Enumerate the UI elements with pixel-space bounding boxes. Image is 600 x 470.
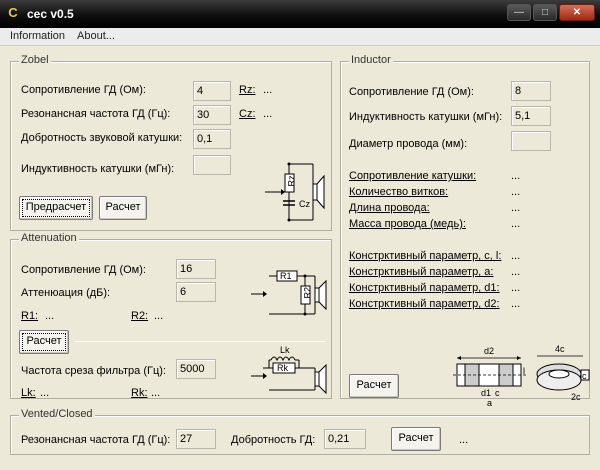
zobel-title: Zobel (19, 54, 51, 66)
zobel-quality-label: Добротность звуковой катушки: (21, 132, 183, 144)
inductor-title: Inductor (349, 54, 393, 66)
coil-l-label: l (523, 366, 525, 376)
param-a-label: Констрктивный параметр, a: (349, 266, 494, 278)
attenuation-title: Attenuation (19, 232, 79, 244)
zobel-rz-value: ... (263, 84, 273, 96)
attenuation-calc-button[interactable]: Расчет (19, 330, 69, 354)
menu-about[interactable]: About... (77, 30, 115, 42)
inductor-inductance-label: Индуктивность катушки (мГн): (349, 111, 503, 123)
attenuation-db-label: Аттенюация (дБ): (21, 287, 111, 299)
zobel-group: Zobel Сопротивление ГД (Ом): 4 Rz: ... Р… (10, 54, 332, 231)
coil-d2-label: d2 (484, 346, 494, 356)
menu-information[interactable]: Information (10, 30, 65, 42)
zobel-resistance-input[interactable]: 4 (193, 81, 231, 101)
vented-closed-title: Vented/Closed (19, 408, 95, 420)
coil-2c-label: 2c (571, 392, 581, 402)
zobel-resonance-label: Резонансная частота ГД (Гц): (21, 108, 171, 120)
attenuation-resistance-input[interactable]: 16 (176, 259, 216, 279)
zobel-cz-value: ... (263, 108, 273, 120)
wire-length-label: Длина провода: (349, 202, 430, 214)
window-title: cec v0.5 (27, 7, 74, 21)
zobel-resonance-input[interactable]: 30 (193, 105, 231, 125)
zobel-inductance-label: Индуктивность катушки (мГн): (21, 163, 175, 175)
coil-side-c-label: c (582, 371, 587, 381)
attenuator-diagram-r1: R1 (280, 271, 292, 281)
lk-rk-circuit-diagram: Lk Rk (251, 345, 327, 395)
wire-diameter-label: Диаметр провода (мм): (349, 138, 468, 150)
param-d2-value: ... (511, 298, 521, 310)
attenuation-r1-label: R1: (21, 310, 39, 322)
param-a-value: ... (511, 266, 521, 278)
attenuation-resistance-label: Сопротивление ГД (Ом): (21, 264, 146, 276)
zobel-diagram-rz: Rz (287, 175, 297, 186)
vented-closed-group: Vented/Closed Резонансная частота ГД (Гц… (10, 408, 590, 455)
inductor-resistance-label: Сопротивление ГД (Ом): (349, 86, 474, 98)
zobel-cz-label: Cz: (239, 108, 256, 120)
vented-result: ... (459, 434, 469, 446)
attenuator-circuit-diagram: R1 R2 (251, 270, 327, 316)
attenuation-group: Attenuation Сопротивление ГД (Ом): 16 Ат… (10, 232, 332, 399)
inductor-calc-button[interactable]: Расчет (349, 374, 399, 398)
attenuation-separator (75, 341, 325, 342)
lk-value: ... (40, 387, 50, 399)
coil-d1-label: d1 (481, 388, 491, 398)
coil-resistance-value: ... (511, 170, 521, 182)
turns-count-label: Количество витков: (349, 186, 449, 198)
vented-quality-label: Добротность ГД: (231, 434, 316, 446)
vented-resonance-label: Резонансная частота ГД (Гц): (21, 434, 171, 446)
lk-label: Lk: (21, 387, 36, 399)
inductor-resistance-input[interactable]: 8 (511, 81, 551, 101)
attenuation-r1-value: ... (45, 310, 55, 322)
attenuation-r2-value: ... (154, 310, 164, 322)
coil-a-label: a (487, 398, 492, 408)
zobel-calc-button[interactable]: Расчет (99, 196, 147, 220)
vented-resonance-input[interactable]: 27 (176, 429, 216, 449)
title-bar: C cec v0.5 — □ ✕ (0, 0, 600, 28)
client-area: Zobel Сопротивление ГД (Ом): 4 Rz: ... Р… (0, 46, 600, 470)
coil-4c-label: 4c (555, 344, 565, 354)
app-icon: C (8, 5, 18, 20)
zobel-circuit-diagram: Rz Cz (265, 162, 325, 222)
zobel-inductance-input[interactable] (193, 155, 231, 175)
wire-mass-value: ... (511, 218, 521, 230)
coil-3d-diagram: 4c c 2c (536, 344, 590, 402)
turns-count-value: ... (511, 186, 521, 198)
maximize-button[interactable]: □ (533, 4, 557, 21)
coil-c-label: c (495, 388, 500, 398)
param-d1-value: ... (511, 282, 521, 294)
rk-value: ... (151, 387, 161, 399)
filter-cutoff-input[interactable]: 5000 (176, 359, 216, 379)
param-d2-label: Констрктивный параметр, d2: (349, 298, 500, 310)
param-cl-label: Констрктивный параметр, c, l: (349, 250, 502, 262)
param-d1-label: Констрктивный параметр, d1: (349, 282, 500, 294)
menu-bar: Information About... (0, 28, 600, 46)
attenuation-r2-label: R2: (131, 310, 149, 322)
lk-diagram-label: Lk (280, 345, 290, 355)
zobel-precalc-button[interactable]: Предрасчет (19, 196, 93, 220)
attenuation-db-input[interactable]: 6 (176, 282, 216, 302)
zobel-diagram-cz: Cz (299, 199, 310, 209)
inductor-inductance-input[interactable]: 5,1 (511, 106, 551, 126)
filter-cutoff-label: Частота среза фильтра (Гц): (21, 365, 166, 377)
rk-label: Rk: (131, 387, 148, 399)
param-cl-value: ... (511, 250, 521, 262)
zobel-rz-label: Rz: (239, 84, 256, 96)
inductor-group: Inductor Сопротивление ГД (Ом): 8 Индукт… (340, 54, 590, 408)
wire-diameter-input[interactable] (511, 131, 551, 151)
rk-diagram-label: Rk (277, 363, 288, 373)
minimize-button[interactable]: — (507, 4, 531, 21)
wire-mass-label: Масса провода (медь): (349, 218, 466, 230)
wire-length-value: ... (511, 202, 521, 214)
zobel-resistance-label: Сопротивление ГД (Ом): (21, 84, 146, 96)
coil-resistance-label: Сопротивление катушки: (349, 170, 477, 182)
coil-section-diagram: d2 l d1 c a (453, 346, 527, 408)
attenuator-diagram-r2: R2 (303, 287, 313, 299)
vented-calc-button[interactable]: Расчет (391, 427, 441, 451)
close-button[interactable]: ✕ (559, 4, 595, 21)
vented-quality-input[interactable]: 0,21 (324, 429, 366, 449)
zobel-quality-input[interactable]: 0,1 (193, 129, 231, 149)
